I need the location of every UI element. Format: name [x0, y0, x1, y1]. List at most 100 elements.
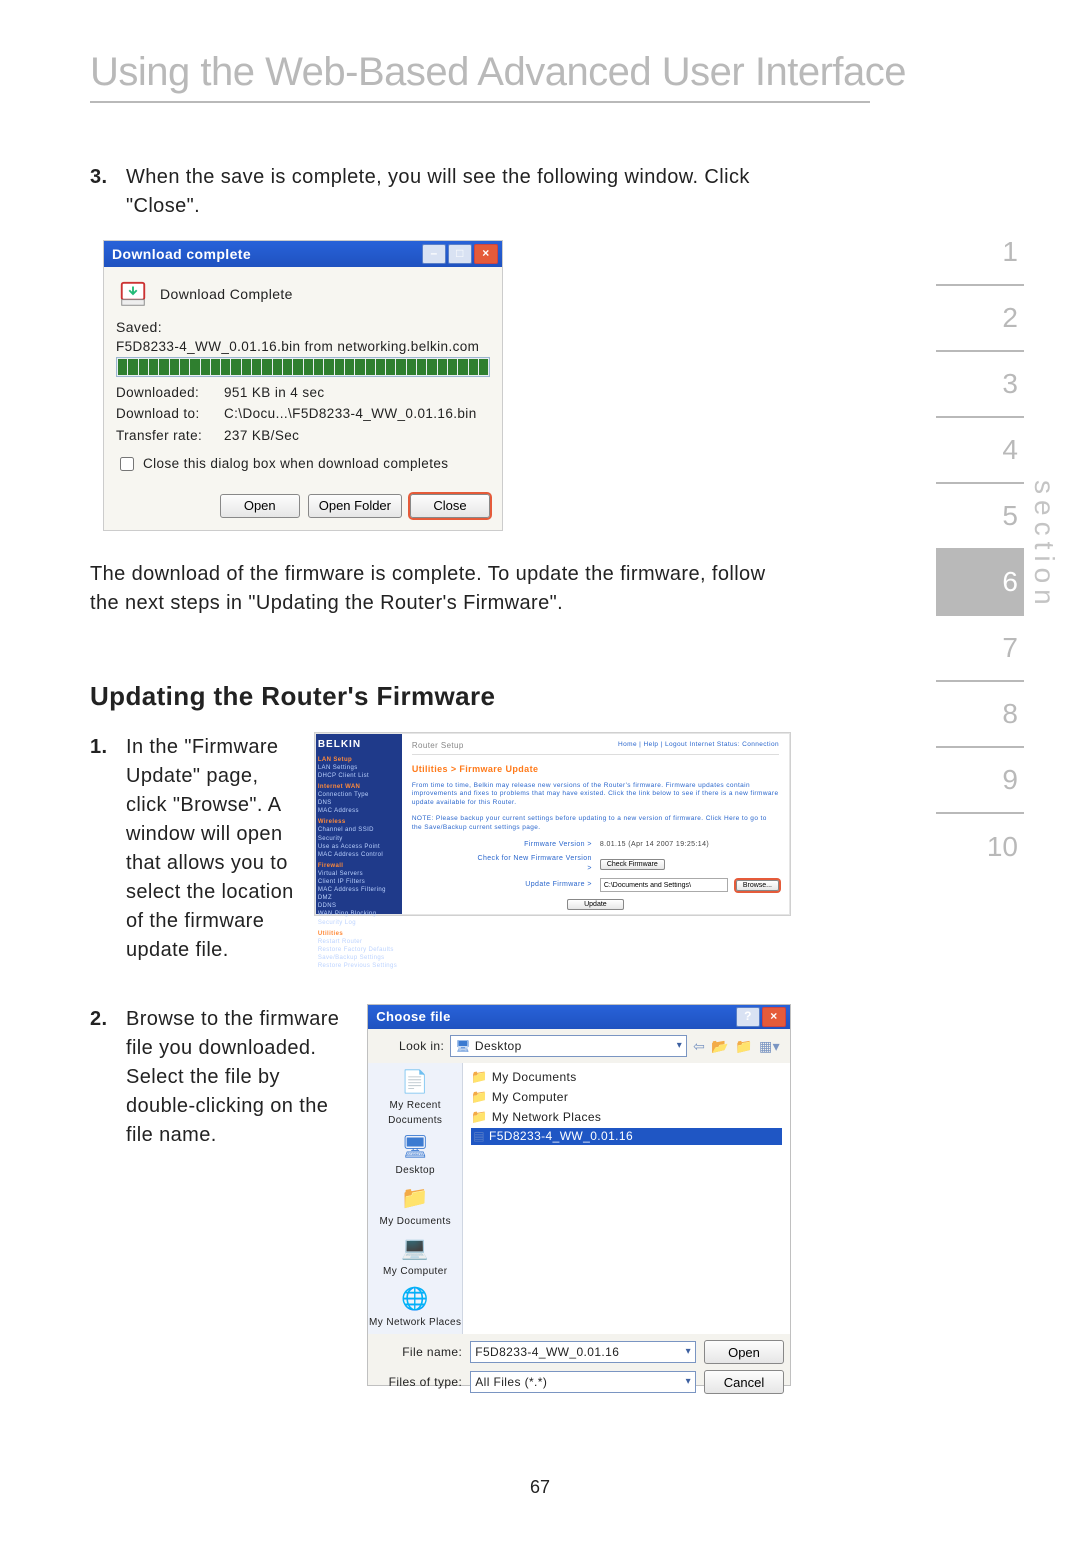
sidebar-item[interactable]: DDNS: [318, 902, 400, 910]
place-label: My Documents: [379, 1215, 451, 1230]
section-nav-item[interactable]: 7: [936, 616, 1024, 682]
folder-row[interactable]: 📁My Computer: [471, 1088, 782, 1107]
sidebar-item[interactable]: DNS: [318, 799, 400, 807]
place-item[interactable]: 📄My Recent Documents: [368, 1067, 462, 1128]
section-nav-item[interactable]: 1: [936, 220, 1024, 286]
new-folder-icon[interactable]: 📁: [735, 1036, 753, 1056]
sidebar-item[interactable]: MAC Address: [318, 807, 400, 815]
sidebar-item[interactable]: DHCP Client List: [318, 772, 400, 780]
minimize-icon[interactable]: –: [422, 244, 446, 264]
sidebar-item[interactable]: WAN Ping Blocking: [318, 910, 400, 918]
place-item[interactable]: 💻My Computer: [383, 1233, 447, 1280]
file-name: My Documents: [492, 1069, 577, 1086]
update-button[interactable]: Update: [567, 899, 624, 910]
step-text: In the "Firmware Update" page, click "Br…: [126, 733, 295, 965]
step-number: 1.: [90, 733, 126, 965]
section-nav-item[interactable]: 2: [936, 286, 1024, 352]
file-icon: ▤: [473, 1128, 485, 1145]
brand-logo: BELKIN: [318, 738, 400, 752]
sidebar-item[interactable]: DMZ: [318, 894, 400, 902]
sidebar-item[interactable]: Security Log: [318, 919, 400, 927]
close-icon[interactable]: ×: [762, 1007, 786, 1027]
chevron-down-icon: ▾: [686, 1345, 691, 1360]
folder-row[interactable]: 📁My Network Places: [471, 1108, 782, 1127]
firmware-blurb-2: NOTE: Please backup your current setting…: [412, 815, 779, 832]
back-icon[interactable]: ⇦: [693, 1036, 705, 1056]
lookin-combo[interactable]: 🖥 Desktop ▾: [450, 1035, 687, 1057]
sidebar-item[interactable]: LAN Settings: [318, 764, 400, 772]
place-icon: 📁: [398, 1183, 432, 1213]
sidebar-item[interactable]: Connection Type: [318, 791, 400, 799]
sidebar-item[interactable]: Channel and SSID: [318, 826, 400, 834]
step-number: 3.: [90, 163, 126, 221]
chevron-down-icon: ▾: [686, 1375, 691, 1390]
choose-file-dialog: Choose file ? × Look in: 🖥 Desktop ▾: [368, 1005, 790, 1385]
sidebar-item[interactable]: Restore Factory Defaults: [318, 946, 400, 954]
folder-icon: 📁: [471, 1068, 488, 1087]
sidebar-item[interactable]: Save/Backup Settings: [318, 954, 400, 962]
sidebar-item[interactable]: MAC Address Control: [318, 851, 400, 859]
check-firmware-button[interactable]: Check Firmware: [600, 859, 665, 870]
dialog-titlebar: Download complete – □ ×: [104, 241, 502, 267]
file-list[interactable]: 📁My Documents📁My Computer📁My Network Pla…: [463, 1063, 790, 1334]
choose-toolbar: Look in: 🖥 Desktop ▾ ⇦ 📂 📁 ▦▾: [368, 1029, 790, 1063]
step-3: 3. When the save is complete, you will s…: [90, 163, 790, 221]
saved-value: F5D8233-4_WW_0.01.16.bin from networking…: [116, 337, 490, 357]
section-nav-item[interactable]: 6: [936, 550, 1024, 616]
desktop-icon: 🖥: [455, 1038, 471, 1055]
section-nav-item[interactable]: 9: [936, 748, 1024, 814]
views-icon[interactable]: ▦▾: [759, 1036, 780, 1056]
router-header-links[interactable]: Home | Help | Logout Internet Status: Co…: [618, 740, 779, 752]
close-when-done-input[interactable]: [120, 457, 134, 471]
close-button[interactable]: Close: [410, 494, 490, 518]
folder-row[interactable]: 📁My Documents: [471, 1068, 782, 1087]
open-button[interactable]: Open: [704, 1340, 784, 1364]
section-nav: 12345678910: [936, 220, 1024, 880]
section-nav-item[interactable]: 3: [936, 352, 1024, 418]
filename-combo[interactable]: F5D8233-4_WW_0.01.16 ▾: [470, 1341, 696, 1363]
sidebar-category: Internet WAN: [318, 783, 400, 791]
cancel-button[interactable]: Cancel: [704, 1370, 784, 1394]
page-title: Using the Web-Based Advanced User Interf…: [90, 50, 990, 95]
section-nav-item[interactable]: 8: [936, 682, 1024, 748]
open-folder-button[interactable]: Open Folder: [308, 494, 402, 518]
help-icon[interactable]: ?: [736, 1007, 760, 1027]
filetype-value: All Files (*.*): [475, 1374, 547, 1391]
file-name: F5D8233-4_WW_0.01.16: [489, 1128, 633, 1145]
download-complete-heading: Download Complete: [160, 284, 293, 304]
maximize-icon[interactable]: □: [448, 244, 472, 264]
fw-check-label: Check for New Firmware Version >: [472, 854, 592, 874]
fw-file-input[interactable]: [600, 878, 728, 892]
browse-button[interactable]: Browse...: [736, 880, 779, 891]
place-icon: 🌐: [398, 1284, 432, 1314]
filename-label: File name:: [378, 1344, 462, 1361]
section-nav-item[interactable]: 10: [936, 814, 1024, 880]
progress-bar: [116, 357, 490, 377]
close-icon[interactable]: ×: [474, 244, 498, 264]
close-when-done-checkbox[interactable]: Close this dialog box when download comp…: [116, 454, 490, 474]
sidebar-item[interactable]: Virtual Servers: [318, 870, 400, 878]
up-icon[interactable]: 📂: [711, 1036, 729, 1056]
sidebar-item[interactable]: Client IP Filters: [318, 878, 400, 886]
place-item[interactable]: 🌐My Network Places: [369, 1284, 461, 1331]
file-row[interactable]: ▤F5D8233-4_WW_0.01.16: [471, 1128, 782, 1145]
places-bar: 📄My Recent Documents 🖥 Desktop 📁 My Document…: [368, 1063, 463, 1334]
place-label: Desktop: [395, 1164, 435, 1179]
sidebar-item[interactable]: Use as Access Point: [318, 843, 400, 851]
download-to-value: C:\Docu...\F5D8233-4_WW_0.01.16.bin: [224, 404, 490, 424]
step-text: When the save is complete, you will see …: [126, 163, 790, 221]
section-nav-item[interactable]: 4: [936, 418, 1024, 484]
fw-step1-row: 1. In the "Firmware Update" page, click …: [90, 733, 790, 975]
sidebar-item[interactable]: Restart Router: [318, 938, 400, 946]
filetype-combo[interactable]: All Files (*.*) ▾: [470, 1371, 696, 1393]
sidebar-item[interactable]: Restore Previous Settings: [318, 962, 400, 970]
open-button[interactable]: Open: [220, 494, 300, 518]
place-item[interactable]: 📁 My Documents: [379, 1183, 451, 1230]
sidebar-item[interactable]: MAC Address Filtering: [318, 886, 400, 894]
section-nav-item[interactable]: 5: [936, 484, 1024, 550]
place-icon: 🖥: [398, 1132, 432, 1162]
router-setup-label: Router Setup: [412, 740, 464, 752]
place-icon: 📄: [398, 1067, 432, 1097]
place-item[interactable]: 🖥 Desktop: [395, 1132, 435, 1179]
sidebar-item[interactable]: Security: [318, 835, 400, 843]
